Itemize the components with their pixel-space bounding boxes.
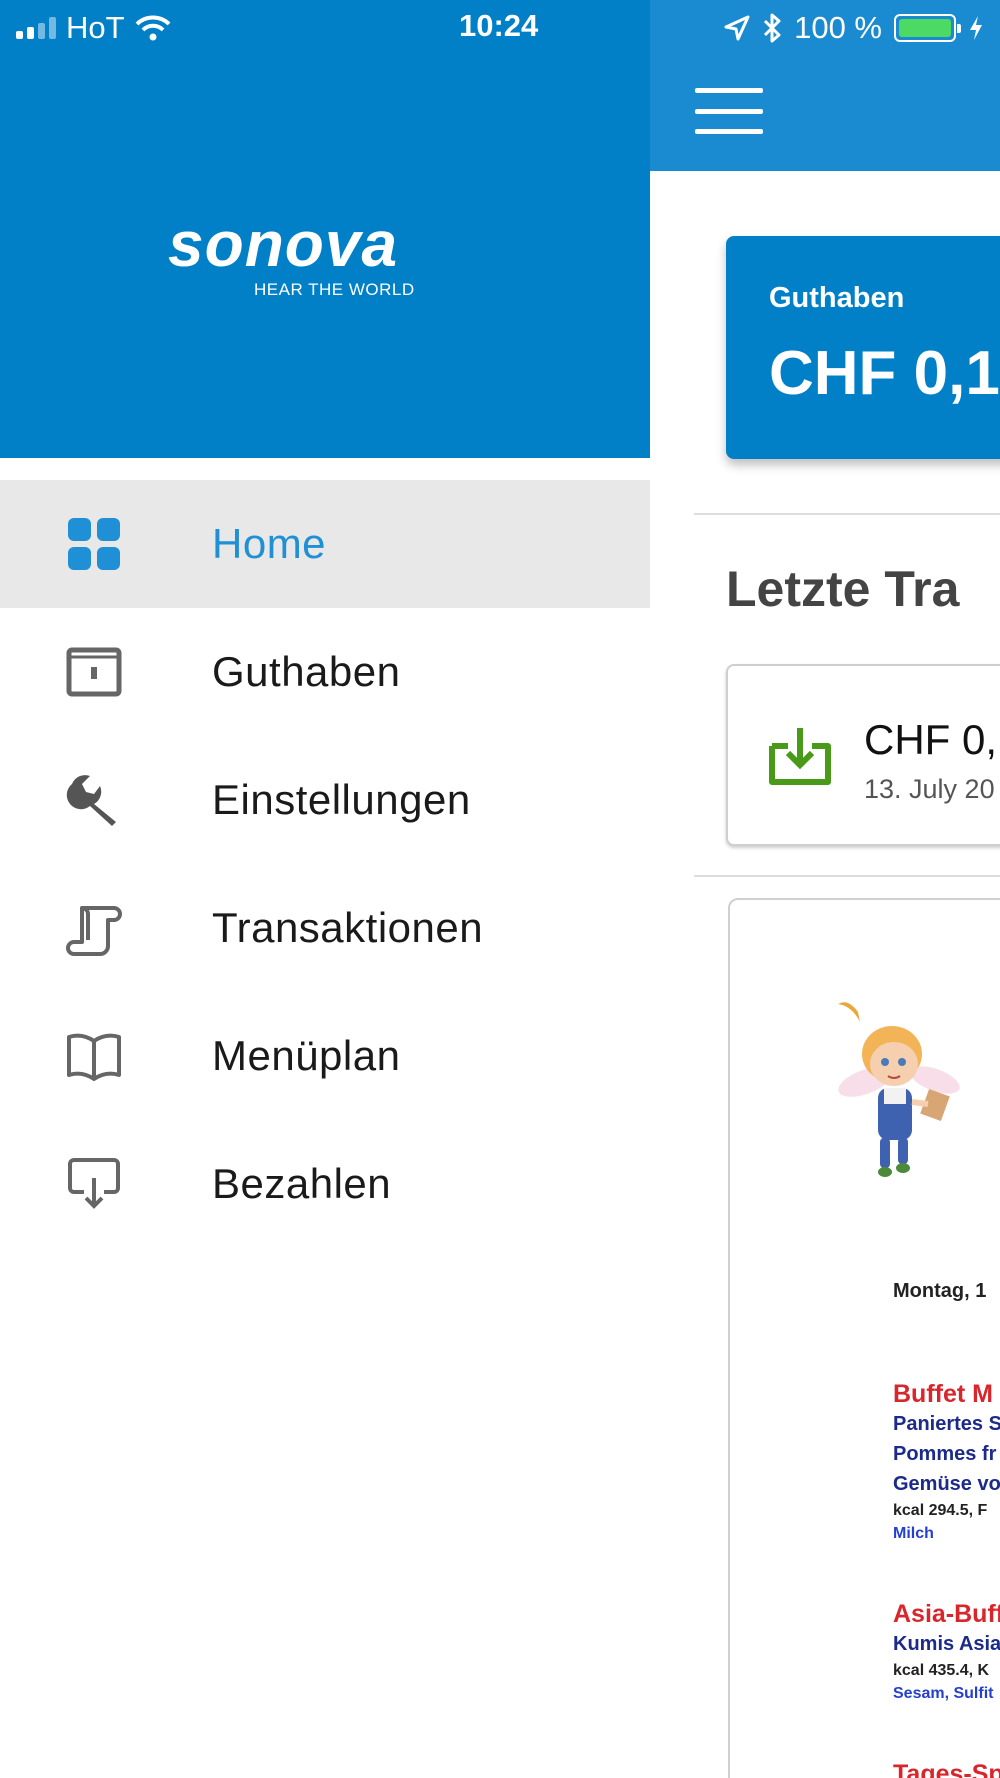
- sidebar-item-guthaben[interactable]: Guthaben: [0, 608, 650, 736]
- menu-day: Montag, 1: [893, 1280, 987, 1302]
- hamburger-menu-icon[interactable]: [695, 88, 763, 134]
- menu-block-heading: Asia-Buff: [893, 1600, 1000, 1628]
- sidebar-item-label: Home: [212, 520, 327, 567]
- battery-icon: [894, 14, 961, 42]
- menu-block-heading: Buffet M: [893, 1380, 993, 1408]
- menu-block: Tages-Sp: [893, 1760, 1000, 1778]
- status-bar: HoT 10:24 100 %: [0, 0, 1000, 56]
- charging-icon: [970, 16, 982, 40]
- balance-value: CHF 0,1: [769, 339, 1000, 408]
- deposit-icon: [769, 728, 831, 785]
- app-screen: Guthaben CHF 0,1 Letzte Tra CHF 0, 13. J…: [0, 0, 1000, 1778]
- divider: [694, 875, 1000, 877]
- wrench-icon: [64, 770, 124, 830]
- logo-wordmark: sonova: [168, 208, 399, 280]
- divider: [694, 513, 1000, 515]
- balance-label: Guthaben: [769, 282, 905, 314]
- recent-transactions-title: Letzte Tra: [726, 561, 960, 617]
- pay-terminal-icon: [64, 1154, 124, 1214]
- menu-allergens: Sesam, Sulfit: [893, 1685, 994, 1702]
- menu-line: Gemüse vo: [893, 1473, 1000, 1495]
- status-time: 10:24: [459, 8, 539, 43]
- sidebar-item-einstellungen[interactable]: Einstellungen: [0, 736, 650, 864]
- scroll-icon: [64, 898, 124, 958]
- balance-card[interactable]: Guthaben CHF 0,1: [726, 236, 1000, 459]
- menu-block: Asia-Buff Kumis Asia kcal 435.4, K Sesam…: [893, 1600, 1000, 1705]
- wallet-icon: [64, 642, 124, 702]
- menu-nutrition: kcal 435.4, K: [893, 1662, 990, 1679]
- wifi-icon: [135, 15, 170, 41]
- sidebar-item-label: Transaktionen: [212, 904, 484, 951]
- menu-allergens: Milch: [893, 1525, 934, 1542]
- menu-line: Pommes fr: [893, 1443, 997, 1465]
- book-icon: [64, 1026, 124, 1086]
- menu-block-heading: Tages-Sp: [893, 1760, 1000, 1778]
- grid-icon: [64, 514, 124, 574]
- menu-line: Paniertes S: [893, 1413, 1000, 1435]
- menu-block: Buffet M Paniertes S Pommes fr Gemüse vo…: [893, 1380, 1000, 1545]
- sonova-logo: sonova HEAR THE WORLD: [168, 212, 415, 300]
- drawer-header: sonova HEAR THE WORLD: [0, 0, 650, 458]
- sidebar-item-label: Bezahlen: [212, 1160, 392, 1207]
- signal-icon: [16, 17, 56, 39]
- transaction-date: 13. July 20: [864, 774, 995, 804]
- sidebar-item-menueplan[interactable]: Menüplan: [0, 992, 650, 1120]
- sidebar-item-label: Einstellungen: [212, 776, 471, 823]
- transaction-amount: CHF 0,: [864, 716, 998, 763]
- sidebar-item-label: Guthaben: [212, 648, 401, 695]
- menu-plan-preview[interactable]: Montag, 1 Buffet M Paniertes S Pommes fr…: [728, 898, 1000, 1778]
- navigation-drawer: sonova HEAR THE WORLD Home Guthaben Eins…: [0, 0, 650, 1778]
- sidebar-item-bezahlen[interactable]: Bezahlen: [0, 1120, 650, 1248]
- carrier-name: HoT: [66, 10, 125, 45]
- location-icon: [724, 15, 750, 41]
- bluetooth-icon: [764, 13, 781, 43]
- battery-percent: 100 %: [794, 10, 882, 45]
- transaction-card[interactable]: CHF 0, 13. July 20: [726, 664, 1000, 846]
- fairy-mascot-image: [838, 1002, 960, 1177]
- home-screen: Guthaben CHF 0,1 Letzte Tra CHF 0, 13. J…: [650, 0, 1000, 1778]
- logo-tagline: HEAR THE WORLD: [254, 280, 415, 299]
- menu-line: Kumis Asia: [893, 1633, 1000, 1655]
- sidebar-item-home[interactable]: Home: [0, 480, 650, 608]
- sidebar-item-label: Menüplan: [212, 1032, 401, 1079]
- menu-nutrition: kcal 294.5, F: [893, 1502, 988, 1519]
- drawer-menu: Home Guthaben Einstellungen Transaktione…: [0, 480, 650, 1248]
- sidebar-item-transaktionen[interactable]: Transaktionen: [0, 864, 650, 992]
